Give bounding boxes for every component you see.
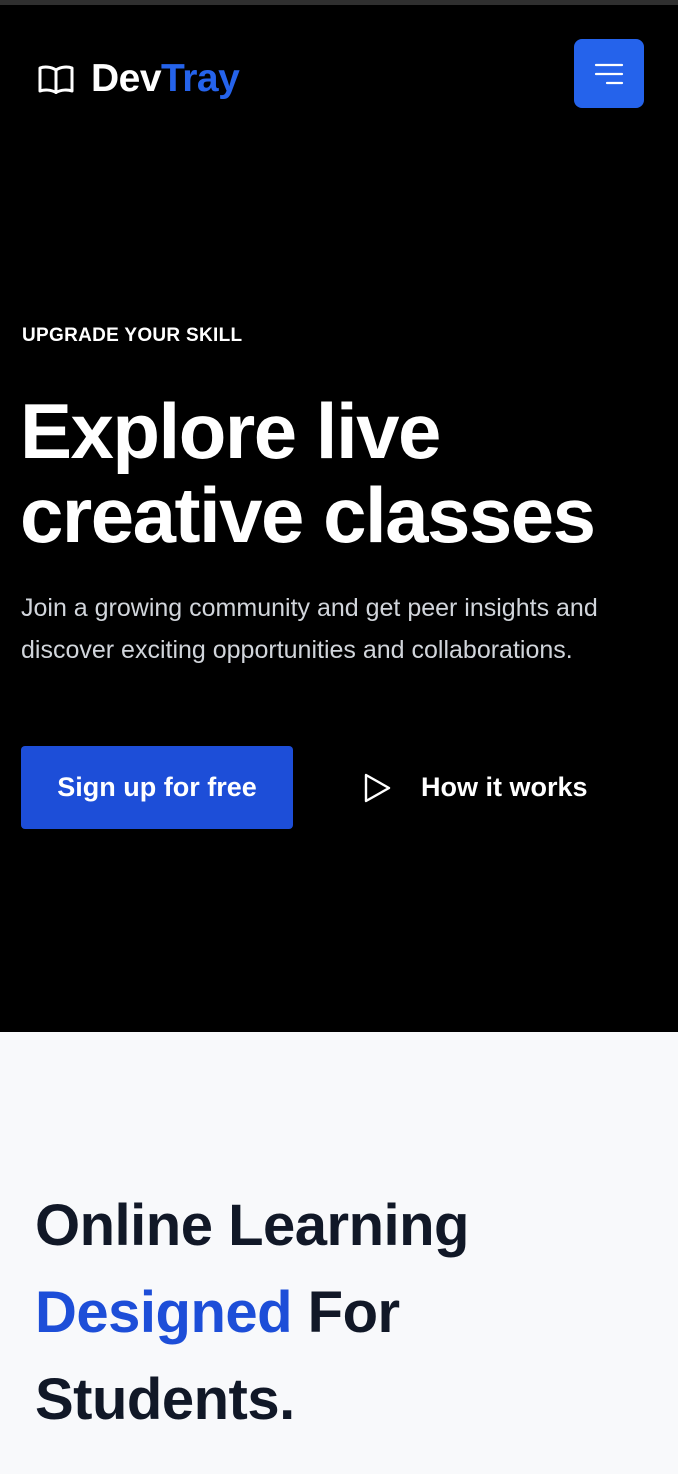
- menu-button[interactable]: [574, 39, 644, 108]
- how-it-works-label: How it works: [421, 772, 588, 802]
- hero-section: DevTray UPGRADE YOUR SKILL Explore live …: [0, 5, 678, 1032]
- brand-name: DevTray: [91, 57, 240, 100]
- learning-title-line1: Online Learning: [35, 1193, 470, 1258]
- hero-title-line2: creative classes: [20, 471, 596, 559]
- hero-eyebrow: UPGRADE YOUR SKILL: [22, 325, 243, 346]
- learning-section-title: Online Learning Designed For Students.: [35, 1182, 470, 1443]
- brand-name-part1: Dev: [91, 57, 162, 100]
- learning-title-line2: Designed For: [35, 1269, 469, 1356]
- learning-title-line2-rest: For: [292, 1280, 400, 1345]
- navbar: DevTray: [0, 39, 678, 113]
- hero-subtitle: Join a growing community and get peer in…: [21, 594, 598, 664]
- hero-title-line1: Explore live: [20, 387, 441, 475]
- menu-icon: [593, 61, 625, 87]
- how-it-works-button[interactable]: How it works: [361, 746, 588, 829]
- learning-title-accent: Designed: [35, 1280, 293, 1345]
- learning-title-line3: Students.: [35, 1367, 295, 1432]
- signup-button[interactable]: Sign up for free: [21, 746, 293, 829]
- learning-section: Online Learning Designed For Students.: [0, 1032, 678, 1474]
- hero-title: Explore live creative classes: [20, 389, 670, 557]
- play-icon: [361, 772, 393, 804]
- hero-cta-row: Sign up for free How it works: [21, 746, 661, 829]
- brand-name-part2: Tray: [161, 57, 240, 100]
- book-open-icon: [38, 64, 74, 94]
- brand-logo-link[interactable]: DevTray: [38, 57, 240, 100]
